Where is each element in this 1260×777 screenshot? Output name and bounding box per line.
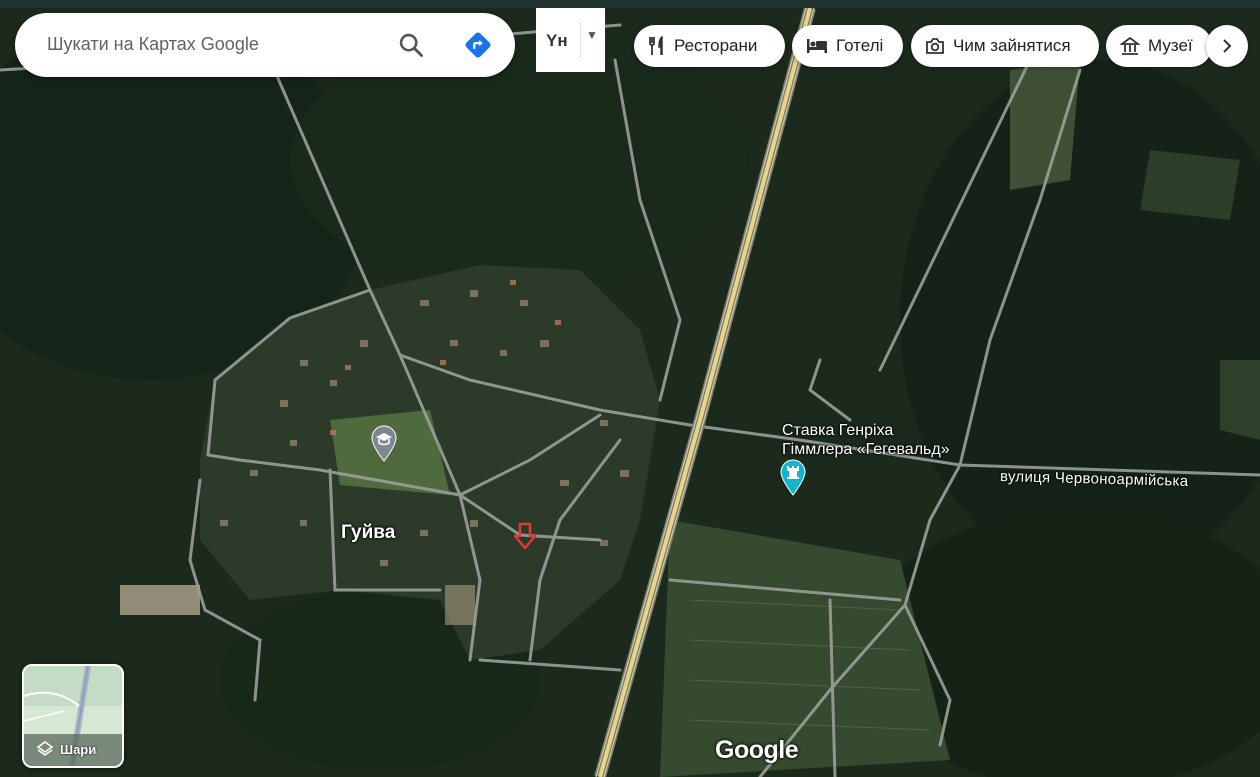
search-box[interactable] <box>15 13 515 77</box>
chip-restaurants[interactable]: Ресторани <box>634 25 785 67</box>
chip-things-to-do[interactable]: Чим зайнятися <box>911 25 1099 67</box>
school-icon <box>371 425 397 462</box>
poi-label[interactable]: Ставка Генріха Гіммлера «Гегевальд» <box>782 421 950 459</box>
layers-label: Шари <box>60 742 97 757</box>
layers-icon <box>36 741 54 756</box>
chips-next-button[interactable] <box>1206 25 1248 67</box>
poi-label-line2: Гіммлера «Гегевальд» <box>782 441 950 458</box>
poi-label-line1: Ставка Генріха <box>782 422 894 439</box>
chip-hotels[interactable]: Готелі <box>792 25 903 67</box>
chevron-down-icon[interactable]: ▼ <box>586 28 598 42</box>
location-marker[interactable] <box>513 522 537 555</box>
input-language-selector[interactable]: Yн ▼ <box>536 8 605 72</box>
chip-label: Ресторани <box>674 36 758 55</box>
red-arrow-marker-icon <box>513 522 537 550</box>
satellite-map[interactable] <box>0 0 1260 777</box>
chip-museums[interactable]: Музеї <box>1106 25 1212 67</box>
chip-label: Готелі <box>836 36 884 55</box>
input-language-label: Yн <box>546 31 568 50</box>
poi-pin[interactable] <box>779 458 807 501</box>
hotel-icon <box>807 39 827 53</box>
chess-rook-icon <box>780 459 806 496</box>
directions-icon[interactable] <box>463 30 493 60</box>
village-label[interactable]: Гуйва <box>341 522 395 544</box>
search-input[interactable] <box>47 34 377 55</box>
museum-icon <box>1120 36 1140 55</box>
layers-button[interactable]: Шари <box>22 664 124 768</box>
restaurant-icon <box>649 36 663 55</box>
top-strip <box>0 0 1260 8</box>
chip-label: Чим зайнятися <box>953 36 1071 55</box>
camera-icon <box>926 38 944 54</box>
school-pin[interactable] <box>370 424 398 467</box>
search-icon[interactable] <box>397 31 425 59</box>
chip-label: Музеї <box>1148 36 1193 55</box>
chevron-right-icon <box>1223 39 1232 53</box>
divider <box>580 22 581 58</box>
google-logo: Google <box>715 736 799 764</box>
